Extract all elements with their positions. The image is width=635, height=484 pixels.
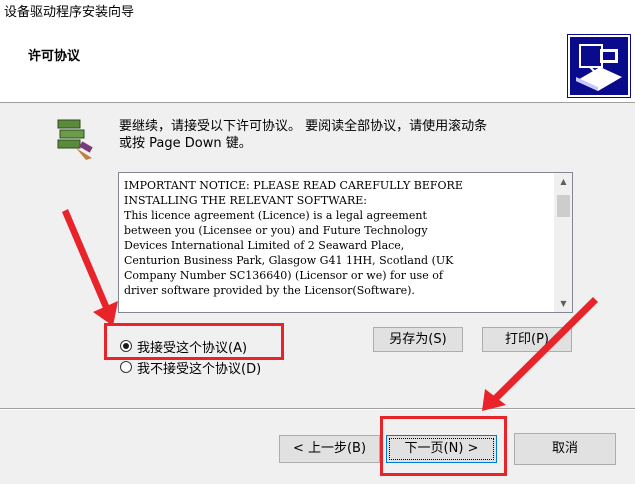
arrow-to-accept (62, 209, 118, 326)
arrow-to-next (482, 297, 598, 411)
annotation-arrows (62, 209, 598, 411)
